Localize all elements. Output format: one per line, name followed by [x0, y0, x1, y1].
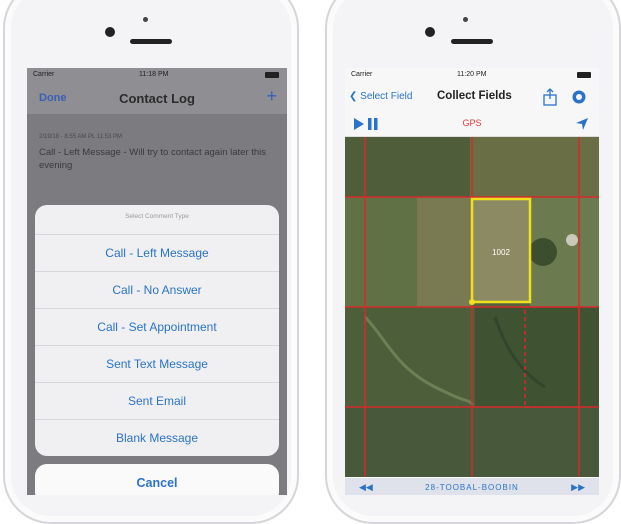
front-sensor: [463, 17, 468, 22]
front-camera: [425, 27, 435, 37]
battery-icon: [577, 72, 591, 78]
field-name-label: 28-TOOBAL-BOOBIN: [425, 483, 519, 492]
front-camera: [105, 27, 115, 37]
earpiece-speaker: [130, 39, 172, 44]
front-sensor: [143, 17, 148, 22]
carrier-label: Carrier: [33, 71, 55, 78]
tracking-toolbar: GPS: [345, 112, 599, 137]
page-title: Collect Fields: [437, 90, 512, 102]
action-sheet-title: Select Comment Type: [125, 213, 189, 220]
action-sent-email[interactable]: Sent Email: [35, 382, 279, 420]
action-call-set-appointment[interactable]: Call - Set Appointment: [35, 308, 279, 346]
action-sent-text-message[interactable]: Sent Text Message: [35, 345, 279, 383]
satellite-map[interactable]: 1002: [345, 137, 599, 477]
action-blank-message[interactable]: Blank Message: [35, 419, 279, 457]
field-navigator: ◀◀ 28-TOOBAL-BOOBIN ▶▶: [345, 478, 599, 495]
status-time: 11:20 PM: [457, 71, 487, 78]
location-arrow-icon[interactable]: [575, 117, 589, 131]
cancel-sheet: Cancel: [35, 464, 279, 495]
contact-log-screen: Carrier 11:18 PM Done Contact Log + 2/19…: [27, 68, 287, 495]
back-label: Select Field: [360, 91, 413, 102]
back-button[interactable]: ❮ Select Field: [349, 91, 412, 102]
action-call-no-answer[interactable]: Call - No Answer: [35, 271, 279, 309]
phone-top-bezel: [327, 2, 619, 58]
phone-top-bezel: [5, 2, 297, 58]
settings-icon[interactable]: [571, 89, 587, 105]
status-bar: Carrier 11:20 PM: [345, 68, 599, 82]
comment-type-action-sheet: Select Comment Type Call - Left Message …: [35, 205, 279, 456]
next-field-icon[interactable]: ▶▶: [571, 482, 585, 493]
share-icon[interactable]: [541, 88, 559, 106]
status-time: 11:18 PM: [139, 71, 169, 78]
action-call-left-message[interactable]: Call - Left Message: [35, 234, 279, 272]
nav-bar: Done Contact Log +: [27, 82, 287, 114]
earpiece-speaker: [451, 39, 493, 44]
page-title: Contact Log: [119, 91, 195, 106]
gps-status: GPS: [462, 118, 482, 128]
log-timestamp: 2/19/18 - 8:55 AM PL 11:53 PM: [39, 134, 123, 140]
log-entry-text: Call - Left Message - Will try to contac…: [39, 147, 267, 171]
carrier-label: Carrier: [351, 71, 373, 78]
status-bar: Carrier 11:18 PM: [27, 68, 287, 82]
nav-bar: ❮ Select Field Collect Fields: [345, 82, 599, 112]
add-icon[interactable]: +: [266, 86, 277, 107]
cancel-button[interactable]: Cancel: [35, 476, 279, 490]
battery-icon: [265, 72, 279, 78]
field-label: 1002: [492, 248, 510, 257]
collect-fields-screen: Carrier 11:20 PM ❮ Select Field Collect …: [345, 68, 599, 495]
